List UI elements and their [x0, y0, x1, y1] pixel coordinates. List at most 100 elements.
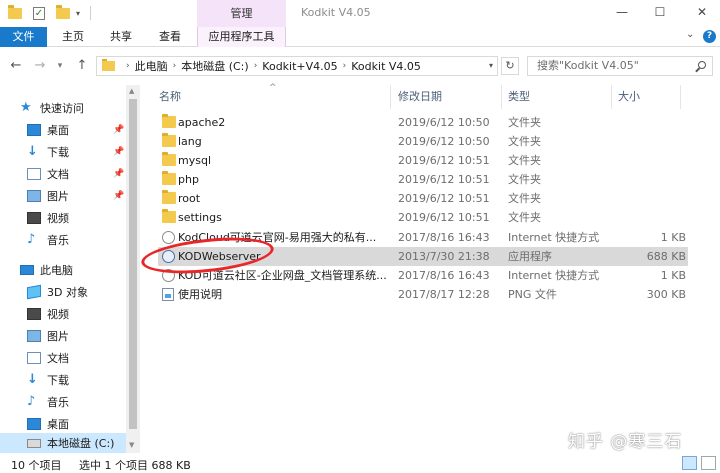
file-name: KODWebserver — [178, 250, 261, 263]
maximize-button[interactable]: ☐ — [650, 4, 670, 20]
window-title: Kodkit V4.05 — [301, 6, 371, 19]
address-bar[interactable]: › 此电脑 › 本地磁盘 (C:) › Kodkit+V4.05 › Kodki… — [96, 56, 498, 76]
nav-pc-videos[interactable]: 视频 — [0, 304, 126, 324]
quick-access-customize-icon[interactable]: ▾ — [76, 5, 80, 21]
nav-item-label: 文档 — [47, 352, 69, 365]
breadcrumb-local-disk[interactable]: 本地磁盘 (C:) — [181, 58, 248, 74]
nav-quick-access[interactable]: ★ 快速访问 — [0, 98, 126, 118]
properties-check-icon[interactable]: ✓ — [33, 5, 45, 21]
nav-pc-documents[interactable]: 文档 — [0, 348, 126, 368]
column-divider[interactable] — [501, 85, 502, 109]
expand-ribbon-icon[interactable]: ⌄ — [686, 29, 694, 40]
file-date: 2019/6/12 10:51 — [398, 154, 490, 167]
breadcrumb-chevron-icon: › — [253, 61, 258, 71]
nav-pc-pictures[interactable]: 图片 — [0, 326, 126, 346]
file-size: 688 KB — [646, 250, 686, 263]
file-type: 文件夹 — [508, 211, 541, 224]
nav-this-pc[interactable]: 此电脑 — [0, 260, 126, 280]
help-icon[interactable]: ? — [703, 30, 716, 43]
computer-icon — [20, 265, 34, 275]
nav-pane-scrollbar[interactable]: ▲ ▼ — [126, 85, 140, 453]
file-row[interactable]: mysql 2019/6/12 10:51 文件夹 — [158, 151, 688, 170]
ribbon-tabs: 文件 主页 共享 查看 应用程序工具 ⌄ ? — [0, 27, 720, 47]
address-dropdown-icon[interactable]: ▾ — [489, 61, 493, 70]
refresh-button[interactable]: ↻ — [501, 57, 519, 75]
back-arrow-icon[interactable]: ← — [8, 58, 24, 73]
column-header-type[interactable]: 类型 — [508, 85, 530, 109]
nav-pc-desktop[interactable]: 桌面 — [0, 414, 126, 434]
nav-music[interactable]: ♪ 音乐 — [0, 230, 126, 250]
scroll-up-icon[interactable]: ▲ — [129, 87, 134, 95]
search-input[interactable]: 搜索"Kodkit V4.05" — [527, 56, 713, 76]
pin-icon[interactable]: 📌 — [113, 169, 124, 179]
nav-item-label: 图片 — [47, 190, 69, 203]
column-header-date[interactable]: 修改日期 — [398, 85, 442, 109]
tab-file[interactable]: 文件 — [0, 27, 47, 47]
large-icons-view-icon[interactable] — [701, 456, 716, 470]
file-type: Internet 快捷方式 — [508, 269, 600, 282]
file-row[interactable]: 使用说明 2017/8/17 12:28 PNG 文件 300 KB — [158, 285, 688, 304]
quick-access-separator — [90, 5, 91, 21]
file-name: 使用说明 — [178, 288, 222, 301]
tab-share[interactable]: 共享 — [103, 27, 139, 47]
column-header-name[interactable]: 名称 — [159, 85, 181, 109]
nav-3d-objects[interactable]: 3D 对象 — [0, 282, 126, 302]
column-header-size[interactable]: 大小 — [618, 85, 640, 109]
scrollbar-thumb[interactable] — [129, 99, 137, 429]
close-button[interactable]: ✕ — [692, 4, 712, 20]
tab-view[interactable]: 查看 — [152, 27, 188, 47]
nav-item-label: 视频 — [47, 308, 69, 321]
file-row[interactable]: lang 2019/6/12 10:50 文件夹 — [158, 132, 688, 151]
details-view-icon[interactable] — [682, 456, 697, 470]
nav-documents[interactable]: 文档 — [0, 164, 126, 184]
music-icon: ♪ — [27, 394, 36, 409]
tab-application-tools[interactable]: 应用程序工具 — [197, 27, 286, 47]
up-arrow-icon[interactable]: ↑ — [74, 58, 90, 73]
forward-arrow-icon[interactable]: → — [32, 58, 48, 73]
breadcrumb-kodkit[interactable]: Kodkit V4.05 — [351, 60, 421, 73]
folder-icon — [8, 4, 22, 21]
nav-desktop[interactable]: 桌面 — [0, 120, 126, 140]
scroll-down-icon[interactable]: ▼ — [129, 441, 134, 449]
nav-videos[interactable]: 视频 — [0, 208, 126, 228]
nav-item-label: 下载 — [47, 146, 69, 159]
file-row[interactable]: settings 2019/6/12 10:51 文件夹 — [158, 208, 688, 227]
file-name: lang — [178, 135, 202, 148]
nav-local-disk-c[interactable]: 本地磁盘 (C:) — [0, 433, 126, 453]
pin-icon[interactable]: 📌 — [113, 191, 124, 201]
file-row[interactable]: php 2019/6/12 10:51 文件夹 — [158, 170, 688, 189]
refresh-icon: ↻ — [505, 59, 515, 72]
file-type: 文件夹 — [508, 154, 541, 167]
folder-icon — [102, 59, 115, 71]
recent-locations-chevron-icon[interactable]: ▾ — [52, 61, 68, 71]
nav-item-label: 下载 — [47, 374, 69, 387]
pin-icon[interactable]: 📌 — [113, 147, 124, 157]
file-list: 名称 ^ 修改日期 类型 大小 apache2 2019/6/12 10:50 … — [150, 83, 720, 453]
nav-pictures[interactable]: 图片 — [0, 186, 126, 206]
column-divider[interactable] — [390, 85, 391, 109]
minimize-button[interactable]: — — [612, 4, 632, 20]
file-size: 1 KB — [660, 231, 686, 244]
new-folder-icon[interactable] — [56, 4, 70, 21]
file-row[interactable]: root 2019/6/12 10:51 文件夹 — [158, 189, 688, 208]
status-selection: 选中 1 个项目 688 KB — [79, 459, 191, 472]
nav-item-label: 本地磁盘 (C:) — [47, 437, 115, 450]
file-row[interactable]: apache2 2019/6/12 10:50 文件夹 — [158, 113, 688, 132]
column-divider[interactable] — [611, 85, 612, 109]
file-row[interactable]: KodCloud可道云官网-易用强大的私有... 2017/8/16 16:43… — [158, 228, 688, 247]
nav-pc-music[interactable]: ♪ 音乐 — [0, 392, 126, 412]
file-name: root — [178, 192, 201, 205]
nav-downloads[interactable]: ↓ 下载 — [0, 142, 126, 162]
nav-pc-downloads[interactable]: ↓ 下载 — [0, 370, 126, 390]
pin-icon[interactable]: 📌 — [113, 125, 124, 135]
file-name: php — [178, 173, 199, 186]
file-row-selected[interactable]: KODWebserver 2013/7/30 21:38 应用程序 688 KB — [158, 247, 688, 266]
tab-home[interactable]: 主页 — [55, 27, 91, 47]
file-row[interactable]: KOD可道云社区-企业网盘_文档管理系统... 2017/8/16 16:43 … — [158, 266, 688, 285]
breadcrumb-this-pc[interactable]: 此电脑 — [135, 58, 168, 74]
column-divider[interactable] — [680, 85, 681, 109]
breadcrumb-kodkit-plus[interactable]: Kodkit+V4.05 — [262, 60, 337, 73]
folder-icon — [162, 152, 176, 166]
nav-item-label: 此电脑 — [40, 264, 73, 277]
file-type: 文件夹 — [508, 135, 541, 148]
